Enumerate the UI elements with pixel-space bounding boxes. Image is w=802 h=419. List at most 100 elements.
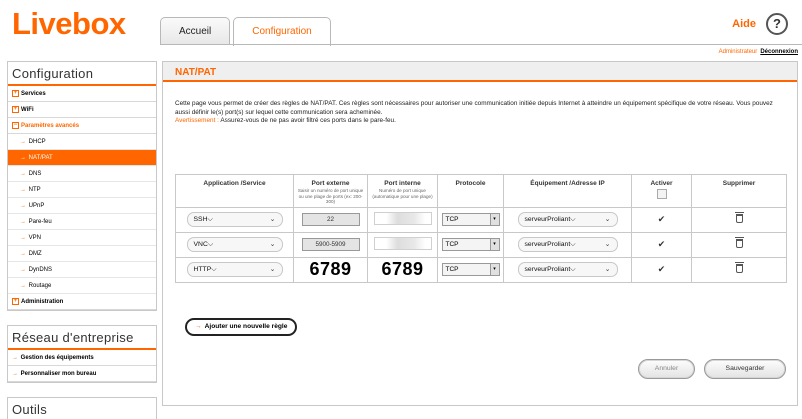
activate-checkbox[interactable]: ✔ — [658, 239, 666, 249]
application-select[interactable]: HTTP ⌄ — [186, 262, 283, 278]
sidebar-item-wifi[interactable]: + WiFi — [8, 102, 156, 118]
device-select[interactable]: serveurProliant ⌄ — [517, 212, 618, 228]
arrow-icon: → — [20, 219, 26, 225]
sidebar-item-personnaliser-bureau[interactable]: → Personnaliser mon bureau — [8, 366, 156, 382]
sidebar-sub-parefeu[interactable]: → Pare-feu — [8, 214, 156, 230]
sidebar-sub-ntp[interactable]: → NTP — [8, 182, 156, 198]
port-externe-input[interactable]: 5900-5909 — [301, 238, 360, 252]
sidebar-item-services[interactable]: + Services — [8, 86, 156, 102]
cell-equipement: serveurProliant ⌄ — [503, 256, 632, 283]
activate-checkbox[interactable]: ✔ — [658, 264, 666, 274]
port-interne-input[interactable] — [373, 212, 432, 226]
port-externe-value[interactable]: 6789 — [309, 259, 351, 279]
port-interne-value[interactable]: 6789 — [381, 259, 423, 279]
col-application: Application /Service — [175, 174, 294, 208]
activate-checkbox[interactable]: ✔ — [658, 214, 666, 224]
cell-port-interne — [367, 231, 438, 258]
sidebar-sub-vpn[interactable]: → VPN — [8, 230, 156, 246]
save-button[interactable]: Sauvegarder — [704, 359, 786, 379]
sidebar-item-gestion-equipements[interactable]: → Gestion des équipements — [8, 350, 156, 366]
collapse-icon: − — [12, 122, 19, 129]
config-menu: Configuration + Services + WiFi − Paramètre… — [7, 61, 157, 311]
protocol-select[interactable]: TCP ▾ — [441, 213, 500, 227]
cancel-button[interactable]: Annuler — [638, 359, 695, 379]
network-menu: Réseau d'entreprise → Gestion des équipe… — [7, 325, 157, 383]
cell-supprimer — [691, 231, 787, 258]
col-activer-label: Activer — [650, 180, 673, 187]
logout-link[interactable]: Déconnexion — [760, 49, 798, 55]
col-port-interne: Port interne Numéro de port unique (autom… — [367, 174, 438, 208]
application-select[interactable]: VNC ⌄ — [186, 237, 283, 253]
add-rule-button[interactable]: → Ajouter une nouvelle règle — [185, 318, 298, 336]
arrow-icon: → — [20, 235, 26, 241]
chevron-down-icon: ⌄ — [269, 241, 276, 249]
sidebar-sub-dyndns[interactable]: → DynDNS — [8, 262, 156, 278]
sidebar-sub-label: DHCP — [28, 139, 46, 145]
livebox-logo[interactable]: Livebox — [12, 6, 126, 42]
col-port-externe-label: Port externe — [311, 180, 350, 187]
port-interne-input[interactable] — [373, 237, 432, 251]
sidebar-sub-upnp[interactable]: → UPnP — [8, 198, 156, 214]
sidebar-sub-dhcp[interactable]: → DHCP — [8, 134, 156, 150]
table-header-row: Application /Service Port externe Saisir … — [175, 174, 787, 208]
tools-menu-title: Outils — [12, 402, 48, 417]
help-link[interactable]: Aide — [732, 18, 756, 30]
dropdown-arrow-icon: ▾ — [489, 214, 499, 226]
sidebar-sub-label: Routage — [28, 283, 52, 289]
sidebar-sub-routage[interactable]: → Routage — [8, 278, 156, 294]
intro-text: Cette page vous permet de créer des règl… — [175, 100, 787, 126]
arrow-icon: → — [20, 267, 26, 273]
trash-icon[interactable] — [734, 237, 744, 249]
protocol-value: TCP — [445, 241, 459, 249]
tools-menu: Outils — [7, 397, 157, 419]
arrow-icon: → — [20, 139, 26, 145]
help-icon[interactable]: ? — [766, 13, 788, 35]
col-port-externe-hint: Saisir un numéro de port unique ou une p… — [297, 188, 364, 205]
main-tabs: Accueil Configuration — [160, 17, 331, 46]
sidebar-sub-natpat[interactable]: → NAT/PAT — [8, 150, 156, 166]
expand-icon: + — [12, 106, 19, 113]
cell-port-interne: 6789 — [367, 256, 438, 283]
sidebar-item-label: Personnaliser mon bureau — [20, 371, 97, 377]
tab-configuration[interactable]: Configuration — [233, 17, 331, 46]
arrow-icon: → — [20, 155, 26, 161]
application-select[interactable]: SSH ⌄ — [186, 212, 283, 228]
sidebar-sub-dmz[interactable]: → DMZ — [8, 246, 156, 262]
arrow-icon: → — [20, 187, 26, 193]
device-select[interactable]: serveurProliant ⌄ — [517, 262, 618, 278]
table-row: HTTP ⌄ 6789 6789 TCP ▾ serveurProliant ⌄ ✔ — [175, 256, 787, 283]
protocol-value: TCP — [445, 216, 459, 224]
sidebar-item-advanced[interactable]: − Paramètres avancés — [8, 118, 156, 134]
select-all-checkbox[interactable] — [656, 189, 667, 199]
intro-paragraph: Cette page vous permet de créer des règl… — [175, 100, 773, 116]
cell-application: SSH ⌄ — [175, 206, 294, 233]
cell-equipement: serveurProliant ⌄ — [503, 206, 632, 233]
user-name: Administrateur — [718, 49, 758, 55]
col-equipement: Équipement /Adresse IP — [503, 174, 632, 208]
cell-protocole: TCP ▾ — [437, 256, 504, 283]
trash-icon[interactable] — [734, 262, 744, 274]
col-application-label: Application /Service — [203, 180, 266, 187]
col-equipement-label: Équipement /Adresse IP — [530, 180, 605, 187]
arrow-icon: → — [20, 283, 26, 289]
chevron-down-icon: ⌄ — [604, 266, 611, 274]
trash-icon[interactable] — [734, 212, 744, 224]
cell-port-interne — [367, 206, 438, 233]
sidebar-item-administration[interactable]: + Administration — [8, 294, 156, 310]
port-externe-input[interactable]: 22 — [301, 213, 360, 227]
sidebar-sub-label: Pare-feu — [28, 219, 52, 225]
dropdown-arrow-icon: ▾ — [489, 239, 499, 251]
protocol-select[interactable]: TCP ▾ — [441, 238, 500, 252]
device-select[interactable]: serveurProliant ⌄ — [517, 237, 618, 253]
tab-accueil[interactable]: Accueil — [160, 17, 231, 45]
config-menu-title: Configuration — [8, 62, 156, 86]
sidebar-sub-label: VPN — [28, 235, 42, 241]
warning-label: Avertissement : — [175, 117, 219, 124]
protocol-select[interactable]: TCP ▾ — [441, 263, 500, 277]
arrow-icon: → — [20, 203, 26, 209]
sidebar-sub-dns[interactable]: → DNS — [8, 166, 156, 182]
sidebar-sub-label: DynDNS — [28, 267, 53, 273]
table-row: VNC ⌄ 5900-5909 TCP ▾ serveurProliant ⌄ ✔ — [175, 231, 787, 258]
device-value: serveurProliant — [524, 266, 571, 274]
application-value: VNC — [193, 241, 208, 249]
